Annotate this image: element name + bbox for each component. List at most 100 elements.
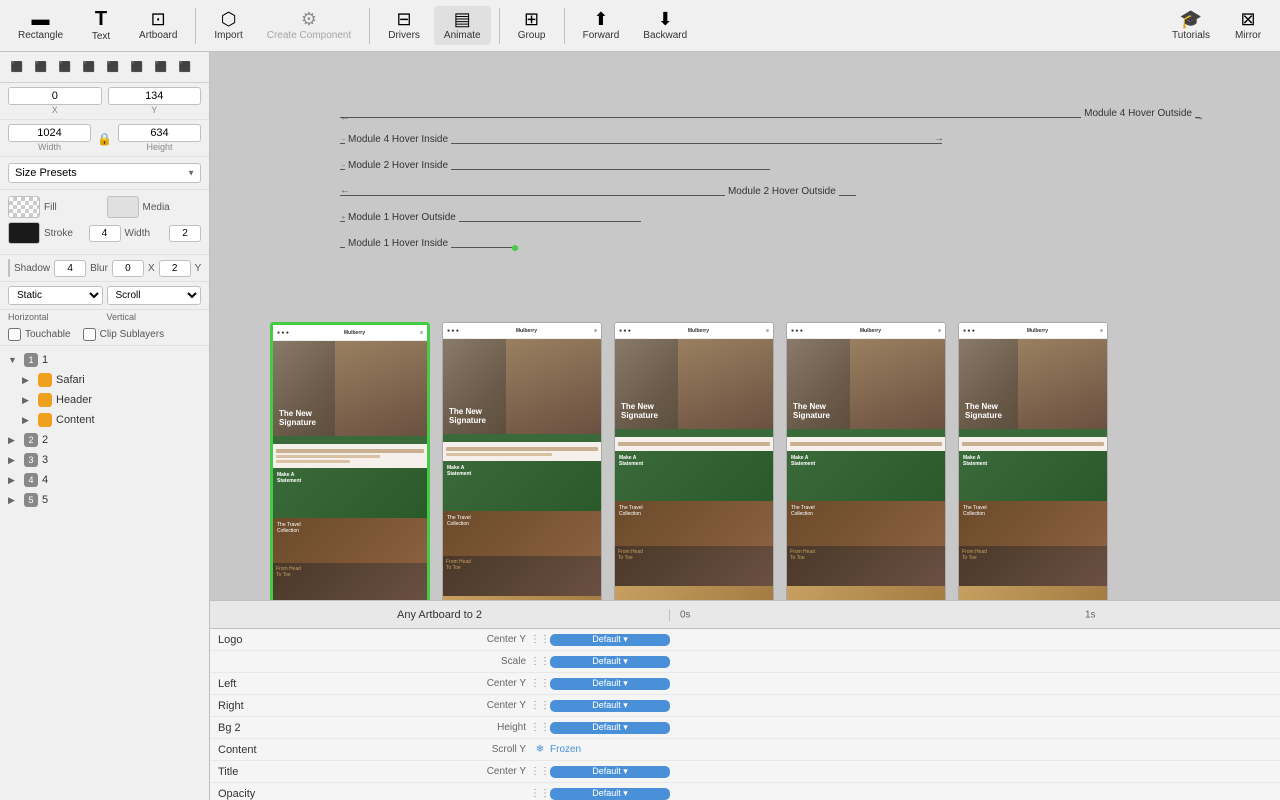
hover-line-m1hi: Module 1 Hover Inside	[340, 237, 1200, 257]
tl-bar-bg2[interactable]: Default ▾	[550, 722, 670, 734]
layer-toggle-content[interactable]: ▶	[22, 415, 34, 426]
thumb-header-3: ● ● ● Mulberry ≡	[615, 323, 773, 339]
tool-backward[interactable]: ⬇ Backward	[633, 6, 697, 45]
tl-icon-opacity[interactable]: ⋮⋮	[530, 788, 550, 799]
layer-item-5[interactable]: ▶ 5 5	[0, 490, 209, 510]
tl-prop-left: Center Y	[430, 678, 530, 689]
x-field: X	[8, 87, 102, 115]
tool-text[interactable]: T Text	[77, 5, 125, 46]
layer-item-4[interactable]: ▶ 4 4	[0, 470, 209, 490]
tl-bar-scale[interactable]: Default ▾	[550, 656, 670, 668]
tl-icon-right[interactable]: ⋮⋮	[530, 700, 550, 711]
layer-item-2[interactable]: ▶ 2 2	[0, 430, 209, 450]
layer-toggle-5[interactable]: ▶	[8, 495, 20, 506]
align-center-v[interactable]: ⬛	[102, 56, 124, 78]
tl-bar-left[interactable]: Default ▾	[550, 678, 670, 690]
stroke-swatch[interactable]	[8, 222, 40, 244]
stroke-width-value[interactable]	[169, 225, 201, 242]
artboard-thumb-3[interactable]: ● ● ● Mulberry ≡ The NewSignature Make A…	[614, 322, 774, 600]
clip-sublayers-checkbox-label[interactable]: Clip Sublayers	[83, 328, 164, 341]
thumb-hero-img-2	[506, 339, 601, 434]
fill-swatch[interactable]	[8, 196, 40, 218]
width-input[interactable]	[8, 124, 91, 142]
tl-icon-content[interactable]: ❄	[530, 744, 550, 755]
artboard-thumb-1[interactable]: ● ● ● Mulberry ≡ The NewSignature	[270, 322, 430, 600]
thumb-section-2	[443, 442, 601, 461]
layer-item-safari[interactable]: ▶ Safari	[0, 370, 209, 390]
shadow-x-label: X	[148, 263, 155, 274]
position-type-row: Static Relative Fixed Scroll Fixed	[0, 282, 209, 310]
tool-import[interactable]: ⬡ Import	[204, 6, 252, 45]
layer-toggle-1[interactable]: ▼	[8, 355, 20, 365]
tl-icon-left[interactable]: ⋮⋮	[530, 678, 550, 689]
thumb-hero-text-2: The NewSignature	[449, 407, 486, 426]
align-center-h[interactable]: ⬛	[30, 56, 52, 78]
shadow-label: Shadow	[14, 263, 50, 274]
tl-bar-right[interactable]: Default ▾	[550, 700, 670, 712]
x-input[interactable]	[8, 87, 102, 105]
shadow-x-val[interactable]	[112, 260, 144, 277]
layer-label-2: 2	[42, 434, 48, 446]
artboard-thumb-2[interactable]: ● ● ● Mulberry ≡ The NewSignature Ma	[442, 322, 602, 600]
layer-item-3[interactable]: ▶ 3 3	[0, 450, 209, 470]
align-right-edge[interactable]: ⬛	[54, 56, 76, 78]
layer-toggle-safari[interactable]: ▶	[22, 375, 34, 386]
align-top-edge[interactable]: ⬛	[78, 56, 100, 78]
artboard-thumb-5[interactable]: ● ● ● Mulberry ≡ The NewSignature Make A…	[958, 322, 1108, 600]
tool-animate[interactable]: ▤ Animate	[434, 6, 491, 45]
height-input[interactable]	[118, 124, 201, 142]
height-label: Height	[118, 142, 201, 152]
tl-icon-bg2[interactable]: ⋮⋮	[530, 722, 550, 733]
toolbar: ▬ Rectangle T Text ⊡ Artboard ⬡ Import ⚙…	[0, 0, 1280, 52]
layer-toggle-4[interactable]: ▶	[8, 475, 20, 486]
layer-item-content[interactable]: ▶ Content	[0, 410, 209, 430]
scroll-type-select[interactable]: Scroll Fixed	[107, 286, 202, 305]
tl-bar-opacity[interactable]: Default ▾	[550, 788, 670, 800]
distribute-h[interactable]: ⬛	[150, 56, 172, 78]
position-type-select[interactable]: Static Relative Fixed	[8, 286, 103, 305]
thumb-hero-1: The NewSignature	[273, 341, 427, 436]
tool-artboard[interactable]: ⊡ Artboard	[129, 6, 187, 45]
drivers-icon: ⊟	[397, 10, 412, 28]
clip-sublayers-checkbox[interactable]	[83, 328, 96, 341]
layer-label-3: 3	[42, 454, 48, 466]
touchable-checkbox[interactable]	[8, 328, 21, 341]
shadow-y-val[interactable]	[159, 260, 191, 277]
distribute-v[interactable]: ⬛	[174, 56, 196, 78]
tool-drivers[interactable]: ⊟ Drivers	[378, 6, 430, 45]
tl-icon-logo[interactable]: ⋮⋮	[530, 634, 550, 645]
horizontal-label: Horizontal	[8, 312, 49, 322]
tool-forward[interactable]: ⬆ Forward	[573, 6, 630, 45]
tl-bar-logo[interactable]: Default ▾	[550, 634, 670, 646]
timeline-artboard-label: Any Artboard to 2	[210, 609, 670, 621]
tool-tutorials[interactable]: 🎓 Tutorials	[1162, 6, 1220, 45]
tool-create-component[interactable]: ⚙ Create Component	[257, 6, 362, 45]
canvas-area[interactable]: ← → Module 4 Hover Outside → → Module 4 …	[210, 52, 1280, 600]
layer-item-1[interactable]: ▼ 1 1	[0, 350, 209, 370]
tl-icon-title[interactable]: ⋮⋮	[530, 766, 550, 777]
size-presets-select[interactable]: Size Presets	[8, 163, 201, 183]
tool-rectangle[interactable]: ▬ Rectangle	[8, 6, 73, 45]
media-swatch[interactable]	[107, 196, 139, 218]
artboard-thumb-4[interactable]: ● ● ● Mulberry ≡ The NewSignature Make A…	[786, 322, 946, 600]
align-bottom-edge[interactable]: ⬛	[126, 56, 148, 78]
tl-bar-title[interactable]: Default ▾	[550, 766, 670, 778]
y-input[interactable]	[108, 87, 202, 105]
m4ho-label: Module 4 Hover Outside	[1081, 108, 1195, 119]
tool-group[interactable]: ⊞ Group	[508, 6, 556, 45]
shadow-row: Shadow Blur X Y	[0, 255, 209, 282]
touchable-checkbox-label[interactable]: Touchable	[8, 328, 71, 341]
lock-icon[interactable]: 🔒	[97, 132, 112, 146]
tl-icon-scale[interactable]: ⋮⋮	[530, 656, 550, 667]
layer-toggle-2[interactable]: ▶	[8, 435, 20, 446]
tool-mirror[interactable]: ⊠ Mirror	[1224, 6, 1272, 45]
layer-toggle-3[interactable]: ▶	[8, 455, 20, 466]
shadow-blur-val[interactable]	[54, 260, 86, 277]
align-left-edge[interactable]: ⬛	[6, 56, 28, 78]
size-presets: Size Presets	[0, 157, 209, 190]
tl-prop-content: Scroll Y	[430, 744, 530, 755]
shadow-swatch[interactable]	[8, 259, 10, 277]
layer-toggle-header[interactable]: ▶	[22, 395, 34, 406]
layer-item-header[interactable]: ▶ Header	[0, 390, 209, 410]
stroke-value[interactable]	[89, 225, 121, 242]
